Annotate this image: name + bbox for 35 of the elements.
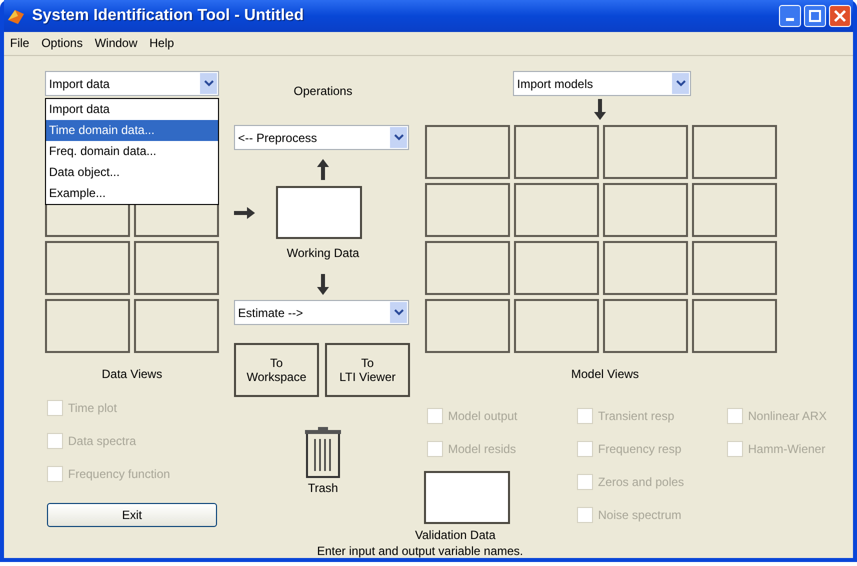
working-data-label: Working Data: [286, 246, 360, 260]
estimate-select[interactable]: Estimate -->: [234, 300, 409, 325]
trash-icon[interactable]: [304, 427, 342, 479]
section-label: Operations: [294, 84, 352, 98]
caret-icon: [200, 73, 217, 94]
maximize-button[interactable]: [804, 4, 826, 27]
maximize-icon: [809, 10, 821, 22]
validation-data-label: Validation Data: [415, 528, 496, 542]
section-label: Model Views: [571, 367, 639, 381]
down-arrow-icon: [593, 99, 607, 121]
export-button[interactable]: To LTI Viewer: [325, 343, 410, 397]
hint-text: Enter input and output variable names.: [317, 544, 524, 558]
exit-button[interactable]: Exit: [47, 503, 217, 527]
menu-item[interactable]: Window: [94, 36, 138, 50]
caret-icon: [390, 302, 407, 323]
caret-icon: [390, 127, 407, 148]
right-arrow-icon: [234, 206, 256, 220]
minimize-button[interactable]: [779, 4, 801, 27]
down-arrow-icon: [316, 274, 330, 296]
dropdown-option[interactable]: Time domain data...: [46, 120, 218, 141]
close-button[interactable]: [829, 4, 851, 27]
window-title: System Identification Tool - Untitled: [32, 6, 304, 25]
menu-item[interactable]: File: [10, 36, 30, 50]
caret-icon: [672, 73, 689, 94]
section-label: Data Views: [102, 367, 162, 381]
preprocess-select[interactable]: <-- Preprocess: [234, 125, 409, 150]
menu-item[interactable]: Options: [41, 36, 83, 50]
export-button[interactable]: To Workspace: [234, 343, 319, 397]
import-data-select[interactable]: Import data: [45, 71, 219, 96]
import-models-select[interactable]: Import models: [513, 71, 691, 96]
trash-label: Trash: [308, 481, 338, 495]
close-icon: [834, 10, 846, 22]
minimize-icon: [786, 18, 794, 22]
up-arrow-icon: [316, 158, 330, 180]
menu-item[interactable]: Help: [149, 36, 174, 50]
